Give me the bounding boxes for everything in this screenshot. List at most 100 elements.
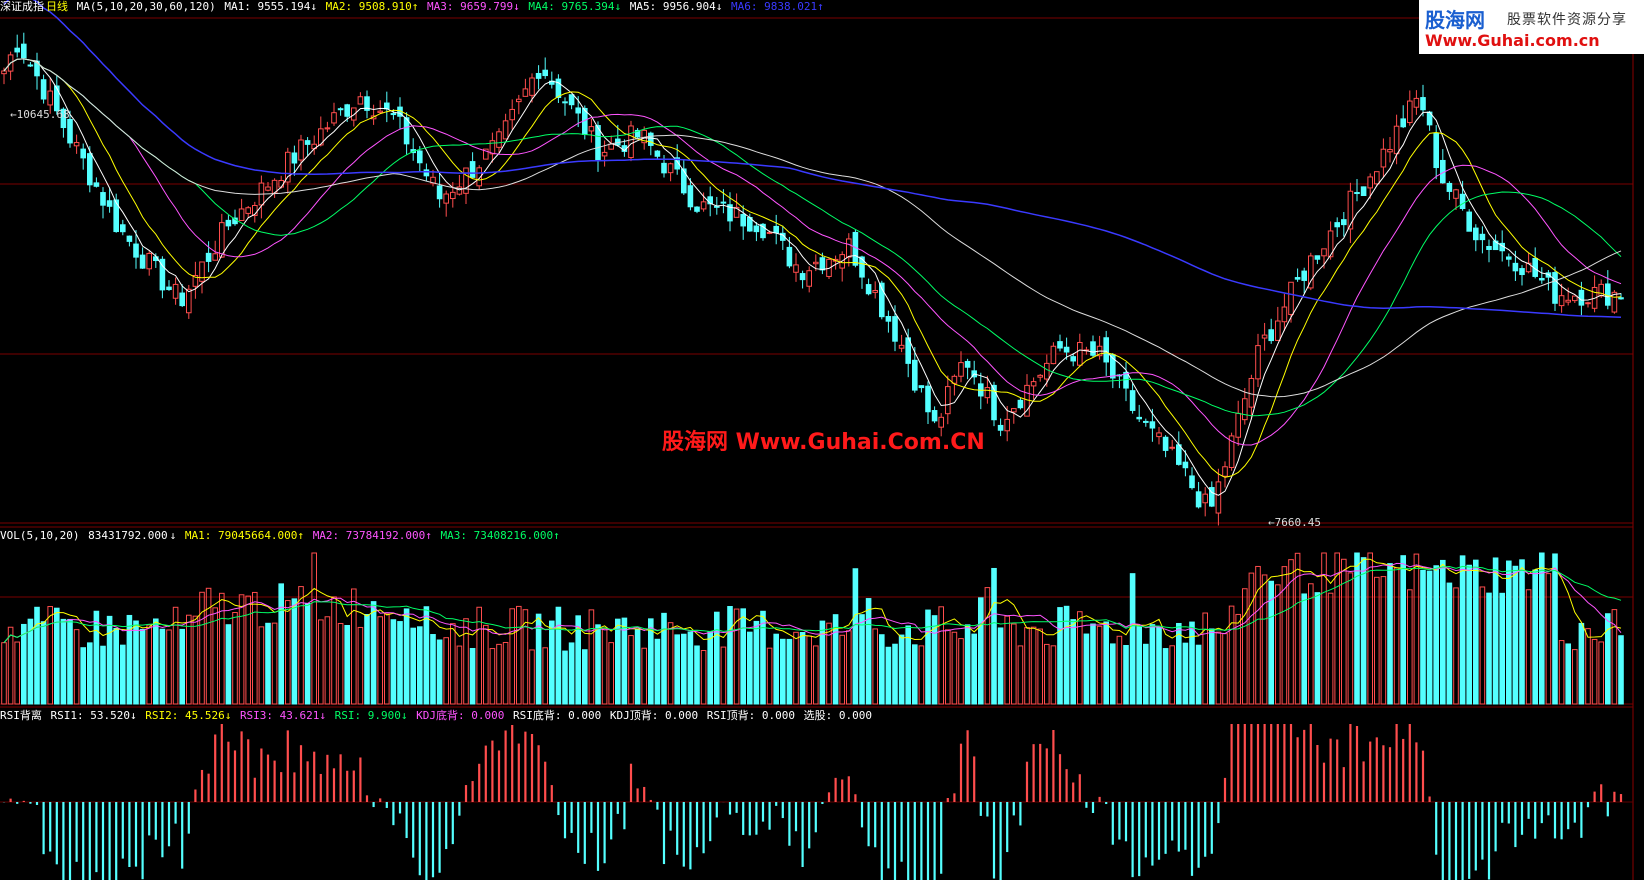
candle-body (238, 208, 245, 221)
volume-bar (760, 610, 766, 705)
volume-bar (285, 600, 291, 705)
candle-body (958, 362, 964, 377)
volume-bar (271, 622, 278, 705)
ma-value-4: MA4: 9765.394↓ (528, 0, 622, 13)
candle-body (179, 292, 185, 307)
candle-body (1030, 381, 1037, 387)
logo-url: Www.Guhai.com.cn (1425, 31, 1600, 50)
candle-body (120, 224, 126, 233)
volume-bar (991, 567, 997, 705)
rsi-label: RSI背离 (0, 709, 42, 722)
candle-body (912, 359, 918, 391)
volume-bar (892, 643, 898, 705)
volume-bar (1228, 605, 1235, 705)
volume-bar (199, 591, 205, 705)
watermark-text: 股海网 Www.Guhai.Com.CN (662, 430, 985, 455)
volume-bar (1413, 553, 1420, 705)
ma-values: MA1: 9555.194↓ MA2: 9508.910↑ MA3: 9659.… (224, 0, 825, 13)
volume-bar (852, 568, 859, 705)
candle-body (417, 150, 423, 164)
volume-bar (113, 628, 120, 705)
candle-body (93, 182, 100, 187)
volume-bar (265, 622, 271, 705)
volume-bar (667, 622, 674, 705)
volume-bar (1598, 641, 1605, 705)
candle-body (126, 235, 133, 242)
volume-bar (146, 624, 152, 705)
candle-body (786, 246, 793, 267)
ma-params: MA(5,10,20,30,60,120) (76, 0, 216, 13)
volume-bar (67, 618, 73, 705)
candle-body (166, 286, 172, 291)
candle-body (1341, 219, 1347, 226)
candle-body (1288, 281, 1294, 315)
volume-bar (707, 631, 714, 705)
volume-bar (1492, 557, 1499, 705)
candle-body (139, 254, 146, 269)
volume-bar (1380, 576, 1387, 705)
candle-body (1011, 408, 1017, 413)
candle-body (522, 88, 529, 97)
volume-bar (245, 595, 251, 705)
volume-bar (568, 642, 575, 705)
ma30-line (3, 58, 1622, 417)
volume-bar (509, 608, 515, 705)
volume-bar (971, 633, 978, 705)
candle-body (892, 316, 898, 342)
volume-bar (700, 650, 707, 705)
volume-bar (1387, 563, 1393, 705)
candle-body (1136, 416, 1143, 420)
candle-body (945, 386, 951, 415)
candle-body (813, 261, 819, 265)
volume-bar (205, 587, 212, 705)
volume-bar (364, 614, 370, 705)
volume-bar (1367, 552, 1374, 705)
volume-bar (331, 596, 337, 705)
volume-bar (786, 638, 793, 705)
candle-body (1565, 299, 1572, 303)
volume-bar (278, 583, 284, 705)
candle-body (1446, 182, 1453, 192)
volume-bar (1202, 612, 1209, 705)
candle-body (1050, 345, 1057, 365)
candle-body (925, 385, 931, 413)
volume-bar (252, 591, 258, 705)
volume-bar (1195, 644, 1202, 705)
volume-bar (1182, 642, 1189, 705)
candle-body (667, 163, 674, 174)
volume-bar (1374, 576, 1380, 705)
volume-bar (1585, 628, 1591, 705)
volume-bar (1512, 565, 1519, 705)
candle-body (469, 161, 476, 178)
candle-body (1143, 420, 1149, 423)
volume-bar (489, 648, 496, 705)
volume-bar (846, 630, 852, 705)
volume-bar (1341, 558, 1347, 705)
volume-bar (456, 645, 463, 705)
ma20-line (3, 58, 1622, 446)
candle-body (1195, 491, 1202, 508)
candle-body (73, 142, 80, 147)
volume-bar (1222, 633, 1228, 705)
candle-body (1255, 345, 1261, 380)
volume-bar (502, 641, 509, 705)
volume-bar (1110, 643, 1116, 705)
volume-bar (958, 638, 964, 705)
candle-body (1413, 97, 1420, 108)
candle-body (509, 108, 515, 121)
volume-bar (648, 618, 654, 705)
candle-body (172, 283, 179, 299)
candle-body (291, 152, 298, 164)
volume-bar (417, 626, 423, 705)
stock-chart-window[interactable]: 深证成指 日线 MA(5,10,20,30,60,120) MA1: 9555.1… (0, 0, 1644, 880)
volume-bar (370, 601, 377, 705)
rsi-value-9: 选股: 0.000 (803, 709, 872, 722)
volume-bar (225, 624, 232, 705)
candle-body (1275, 320, 1281, 341)
candle-body (1552, 272, 1558, 304)
volume-bar (14, 641, 20, 705)
candle-body (1486, 246, 1492, 250)
candle-body (1334, 222, 1341, 228)
candle-body (1420, 97, 1426, 111)
volume-bar (1070, 619, 1077, 705)
